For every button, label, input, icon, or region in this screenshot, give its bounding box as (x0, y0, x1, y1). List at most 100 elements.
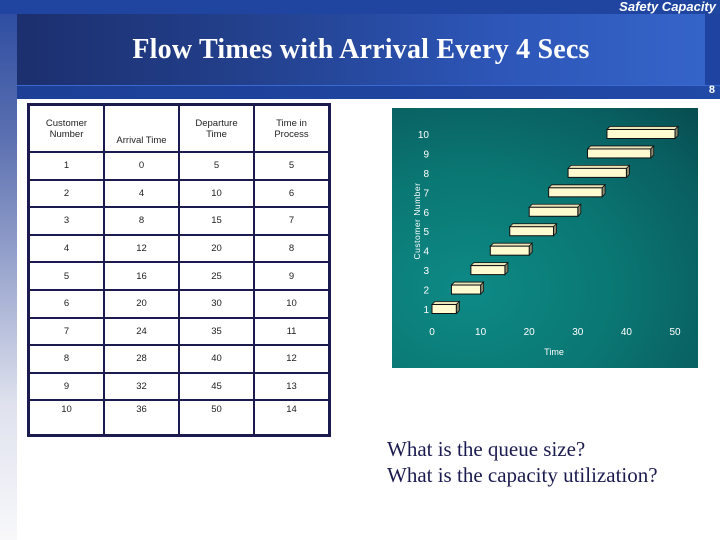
table-row: 7 24 35 11 (27, 316, 331, 347)
x-axis-label: Time (544, 347, 564, 357)
cell-time-in-process: 7 (253, 206, 331, 236)
cell-customer-number: 9 (27, 371, 105, 402)
cell-arrival-time: 8 (103, 206, 180, 236)
x-tick-label: 10 (475, 327, 487, 338)
cell-customer-number: 10 (27, 399, 105, 437)
y-tick-label: 2 (423, 286, 429, 297)
bar-customer-10 (606, 129, 676, 139)
bar-customer-1 (431, 304, 457, 314)
header-line: Departure (195, 117, 238, 129)
cell-departure-time: 35 (178, 316, 255, 347)
table-row: 2 4 10 6 (27, 178, 331, 209)
top-band: Safety Capacity (0, 0, 720, 14)
header-line: Customer (45, 117, 88, 129)
y-tick-label: 1 (423, 305, 429, 316)
cell-time-in-process: 8 (253, 233, 331, 264)
bar-customer-3 (470, 265, 506, 276)
y-tick-label: 8 (423, 169, 429, 180)
cell-customer-number: 5 (27, 261, 105, 291)
y-tick-label: 7 (423, 188, 429, 199)
y-tick-label: 6 (423, 208, 429, 219)
section-label: Safety Capacity (619, 0, 716, 14)
cell-time-in-process: 13 (253, 371, 331, 402)
header-departure-time: Departure Time (178, 103, 255, 153)
sub-band (17, 85, 720, 99)
header-line: Number (49, 128, 84, 140)
cell-departure-time: 40 (178, 344, 255, 374)
cell-departure-time: 45 (178, 371, 255, 402)
cell-time-in-process: 9 (253, 261, 331, 291)
side-decoration-strip (0, 0, 17, 540)
y-tick-label: 5 (423, 227, 429, 238)
cell-arrival-time: 36 (103, 399, 180, 437)
y-tick-label: 3 (423, 266, 429, 277)
bar-customer-7 (548, 187, 603, 198)
cell-time-in-process: 11 (253, 316, 331, 347)
title-bar: Flow Times with Arrival Every 4 Secs (17, 14, 705, 85)
table-row: 5 16 25 9 (27, 261, 331, 291)
header-line: Arrival Time (116, 135, 167, 146)
cell-time-in-process: 5 (253, 151, 331, 181)
x-tick-label: 0 (429, 327, 435, 338)
cell-customer-number: 1 (27, 151, 105, 181)
page-number: 8 (708, 84, 715, 96)
chart-canvas: 1 2 3 4 5 6 7 8 9 10 0 10 20 30 40 50 Time Customer Numbe… (412, 125, 681, 357)
cell-departure-time: 50 (178, 399, 255, 437)
cell-time-in-process: 10 (253, 288, 331, 319)
table-row: 6 20 30 10 (27, 288, 331, 319)
y-tick-label: 4 (423, 247, 429, 258)
cell-arrival-time: 16 (103, 261, 180, 291)
question-queue-size: What is the queue size? (387, 437, 586, 461)
cell-customer-number: 6 (27, 288, 105, 319)
title-bar-edge (705, 14, 720, 85)
cell-customer-number: 8 (27, 344, 105, 374)
cell-departure-time: 15 (178, 206, 255, 236)
cell-time-in-process: 14 (253, 399, 331, 437)
table-row: 4 12 20 8 (27, 233, 331, 264)
header-line: Time (206, 128, 227, 140)
y-axis-label: Customer Number (412, 183, 422, 260)
cell-customer-number: 4 (27, 233, 105, 264)
table-body: 1 0 5 5 2 4 10 6 3 8 15 7 4 12 20 8 5 16 25 9 6 20 30 10 7 24 35 11… (27, 151, 331, 437)
cell-arrival-time: 32 (103, 371, 180, 402)
questions-block: What is the queue size? What is the capa… (387, 436, 658, 488)
cell-arrival-time: 28 (103, 344, 180, 374)
cell-time-in-process: 12 (253, 344, 331, 374)
table-header-row: Customer Number Arrival Time Departure T… (27, 103, 331, 153)
bar-customer-4 (489, 245, 530, 256)
question-capacity-utilization: What is the capacity utilization? (387, 463, 658, 487)
cell-arrival-time: 4 (103, 178, 180, 209)
header-line: Time in (276, 117, 307, 129)
cell-customer-number: 7 (27, 316, 105, 347)
header-arrival-time: Arrival Time (103, 103, 180, 153)
cell-arrival-time: 12 (103, 233, 180, 264)
x-tick-label: 30 (572, 327, 584, 338)
page-title: Flow Times with Arrival Every 4 Secs (132, 34, 590, 65)
cell-arrival-time: 24 (103, 316, 180, 347)
x-tick-label: 20 (524, 327, 536, 338)
bar-customer-6 (528, 206, 579, 217)
table-row: 10 36 50 14 (27, 399, 331, 437)
x-tick-label: 50 (669, 327, 681, 338)
table-row: 1055 (27, 151, 331, 181)
cell-arrival-time: 20 (103, 288, 180, 319)
gantt-chart: 1 2 3 4 5 6 7 8 9 10 0 10 20 30 40 50 Time Customer Numbe… (392, 108, 698, 368)
cell-departure-time: 10 (178, 178, 255, 209)
y-tick-label: 10 (418, 130, 430, 141)
bar-customer-9 (587, 148, 652, 159)
header-customer-number: Customer Number (27, 103, 105, 153)
cell-arrival-time: 0 (103, 151, 180, 181)
table-row: 8 28 40 12 (27, 344, 331, 374)
flow-times-table: Customer Number Arrival Time Departure T… (27, 103, 331, 438)
bar-customer-2 (450, 284, 482, 295)
cell-departure-time: 20 (178, 233, 255, 264)
cell-departure-time: 30 (178, 288, 255, 319)
cell-customer-number: 2 (27, 178, 105, 209)
header-time-in-process: Time in Process (253, 103, 331, 153)
cell-departure-time: 5 (178, 151, 255, 181)
y-tick-label: 9 (423, 149, 429, 160)
header-line: Process (274, 128, 309, 140)
cell-customer-number: 3 (27, 206, 105, 236)
bar-customer-5 (509, 226, 555, 237)
table-row: 9 32 45 13 (27, 371, 331, 402)
